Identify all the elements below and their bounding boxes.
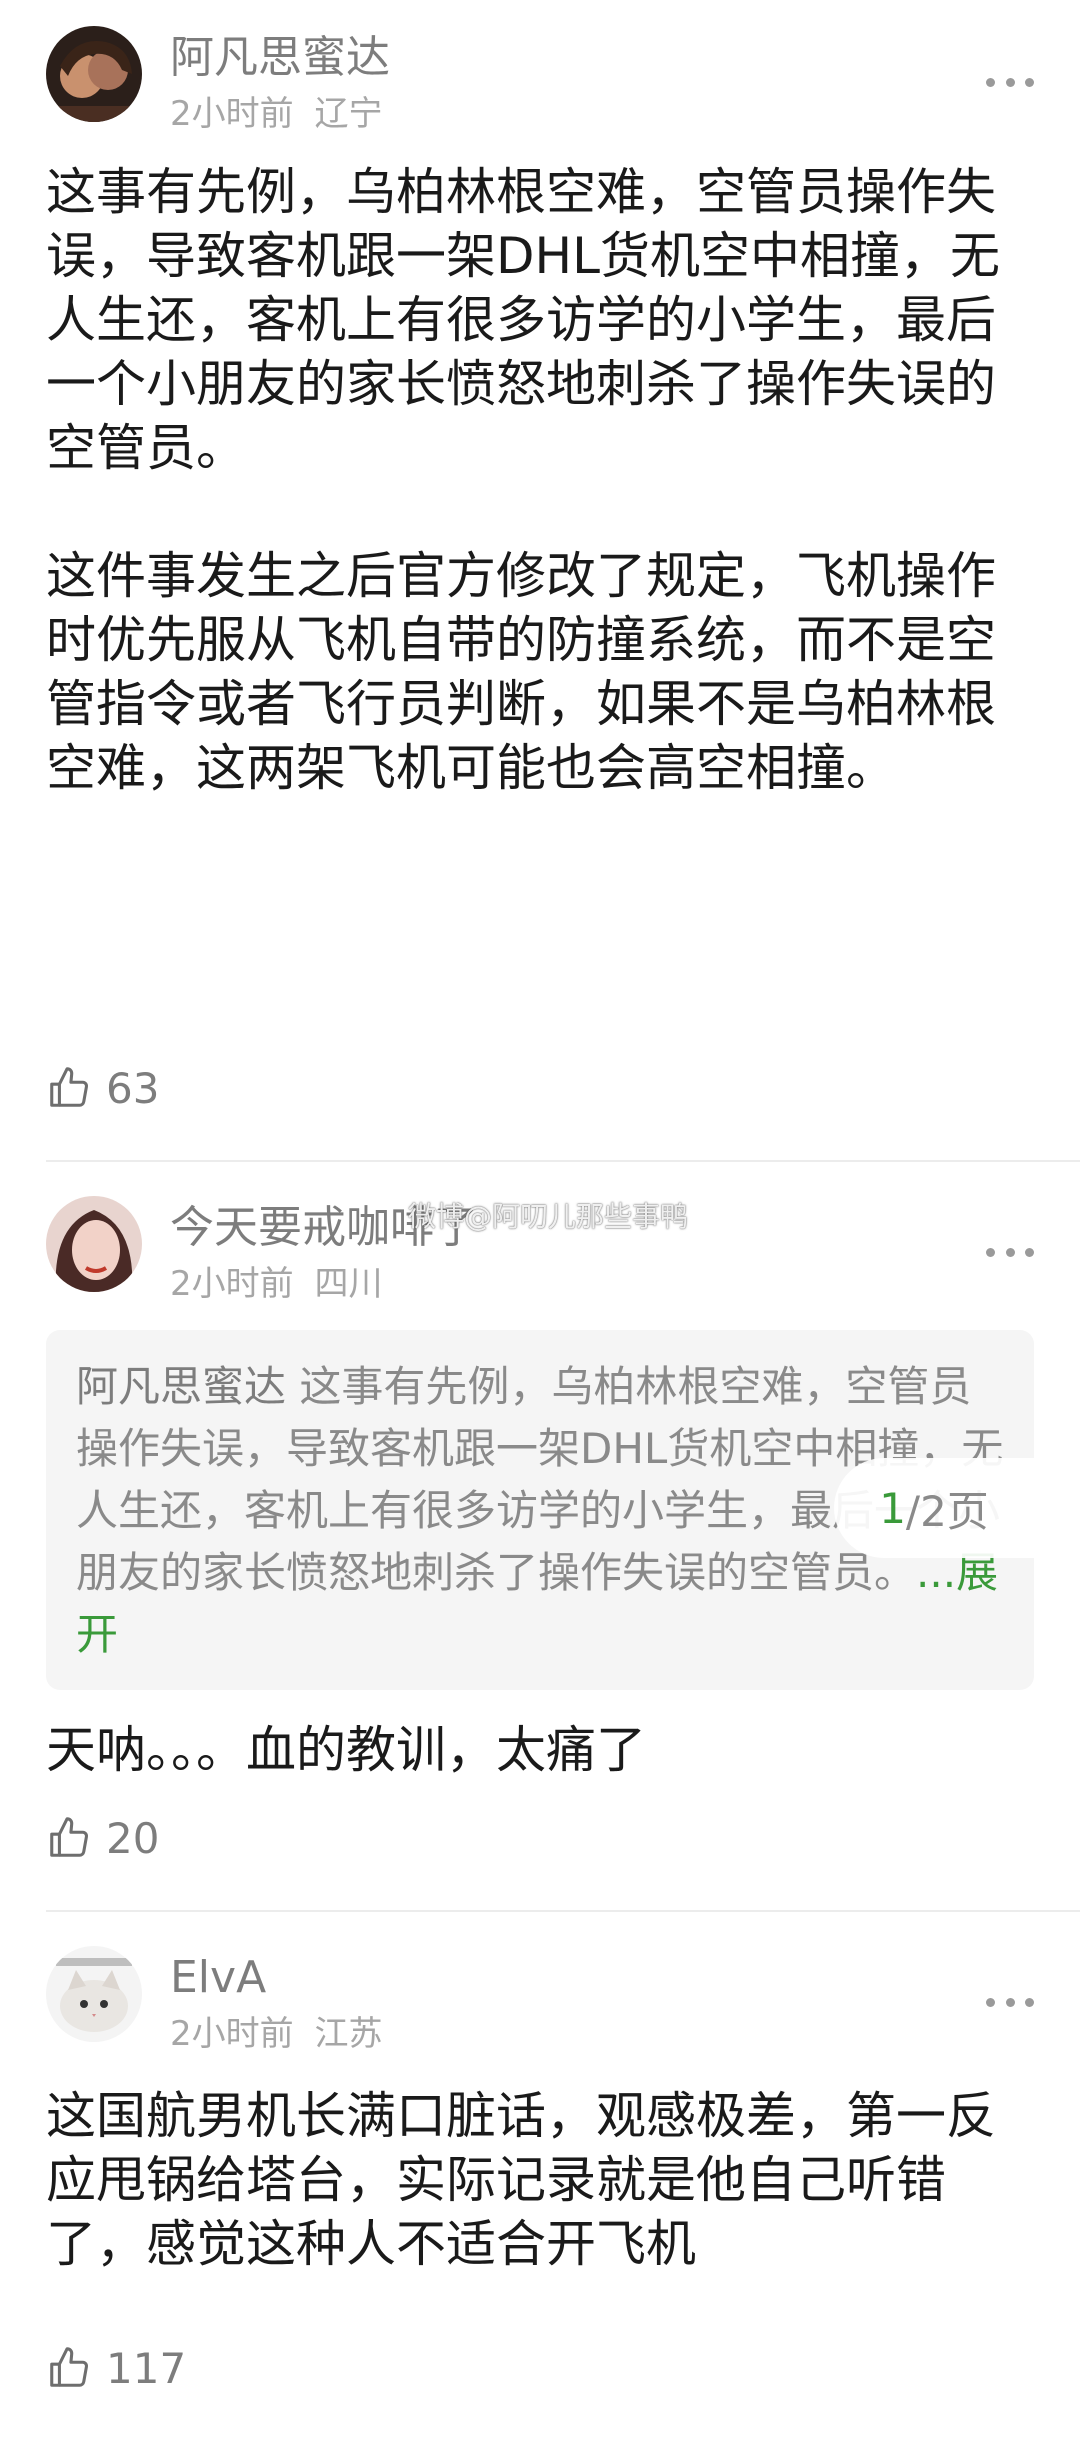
more-icon[interactable] bbox=[986, 72, 1034, 92]
divider bbox=[46, 1160, 1080, 1162]
username[interactable]: ElvA bbox=[170, 1950, 266, 2006]
like-count: 63 bbox=[106, 1063, 160, 1113]
comment-time: 2小时前 bbox=[170, 1264, 294, 1304]
thumbs-up-icon bbox=[50, 1067, 89, 1107]
avatar[interactable] bbox=[46, 26, 142, 122]
avatar[interactable] bbox=[46, 1196, 142, 1292]
page-current: 1 bbox=[879, 1483, 906, 1533]
page-indicator: 1/2页 bbox=[834, 1458, 1034, 1558]
comment-location: 江苏 bbox=[314, 2014, 383, 2054]
avatar[interactable] bbox=[46, 1946, 142, 2042]
comment-list: 阿凡思蜜达 2小时前 辽宁 这事有先例，乌柏林根空难，空管员操作失误，导致客机跟… bbox=[0, 0, 1080, 2441]
watermark: 微博@阿叨儿那些事鸭 bbox=[408, 1200, 689, 1233]
like-button[interactable]: 63 bbox=[46, 1060, 159, 1116]
username[interactable]: 阿凡思蜜达 bbox=[170, 30, 390, 86]
thumbs-up-icon bbox=[50, 2347, 89, 2387]
more-icon[interactable] bbox=[986, 1992, 1034, 2012]
comment-text: 天呐。。。血的教训，太痛了 bbox=[46, 1721, 646, 1779]
comment-time: 2小时前 bbox=[170, 94, 294, 134]
divider bbox=[46, 1910, 1080, 1912]
like-button[interactable]: 20 bbox=[46, 1810, 159, 1866]
comment-meta: 2小时前 江苏 bbox=[170, 2012, 382, 2056]
comment-text: 这国航男机长满口脏话，观感极差，第一反应甩锅给塔台，实际记录就是他自己听错了，感… bbox=[46, 2087, 996, 2273]
comment-time: 2小时前 bbox=[170, 2014, 294, 2054]
like-button[interactable]: 117 bbox=[46, 2340, 186, 2396]
like-count: 20 bbox=[106, 1813, 160, 1863]
comment-location: 四川 bbox=[314, 1264, 383, 1304]
like-count: 117 bbox=[106, 2343, 187, 2393]
more-icon[interactable] bbox=[986, 1242, 1034, 1262]
quote-author[interactable]: 阿凡思蜜达 bbox=[76, 1362, 286, 1411]
comment-meta: 2小时前 四川 bbox=[170, 1262, 382, 1306]
comment-location: 辽宁 bbox=[314, 94, 383, 134]
comment-meta: 2小时前 辽宁 bbox=[170, 92, 382, 136]
page-total: /2页 bbox=[905, 1486, 989, 1536]
thumbs-up-icon bbox=[50, 1817, 89, 1857]
comment-text: 这事有先例，乌柏林根空难，空管员操作失误，导致客机跟一架DHL货机空中相撞，无人… bbox=[46, 163, 1000, 797]
